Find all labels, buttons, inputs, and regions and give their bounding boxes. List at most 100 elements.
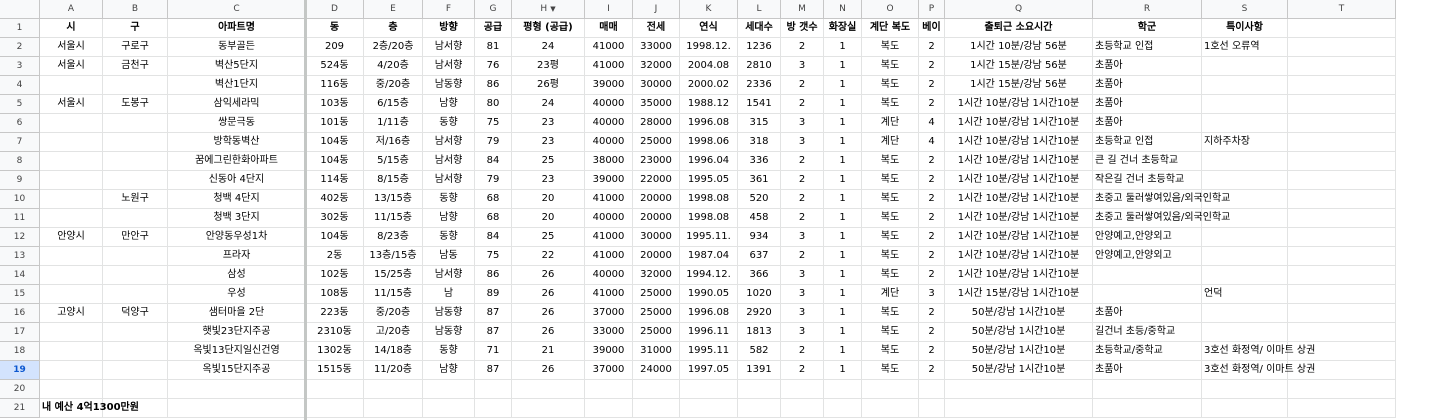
table-cell[interactable]: 40000 (585, 114, 633, 133)
table-cell[interactable]: 68 (475, 209, 512, 228)
table-cell[interactable]: 4 (919, 114, 945, 133)
table-cell[interactable]: 옥빛13단지일신건영 (168, 342, 306, 361)
table-cell[interactable]: 남서향 (423, 133, 475, 152)
table-cell[interactable]: 초등학교 인접 (1093, 133, 1202, 152)
table-cell[interactable]: 3 (781, 228, 824, 247)
table-cell[interactable]: 336 (738, 152, 781, 171)
table-cell[interactable]: 언덕 (1202, 285, 1288, 304)
table-cell[interactable]: 안양예고,안양외고 (1093, 228, 1202, 247)
table-cell[interactable]: 81 (475, 38, 512, 57)
table-cell[interactable] (103, 76, 168, 95)
table-cell[interactable] (1288, 285, 1396, 304)
table-cell[interactable]: 초중고 둘러쌓여있음/외국인학교 (1093, 209, 1230, 228)
table-cell[interactable] (1202, 228, 1288, 247)
table-cell[interactable]: 14/18층 (364, 342, 423, 361)
table-cell[interactable]: 1997.05 (680, 361, 738, 380)
table-cell[interactable]: 3 (781, 304, 824, 323)
table-cell[interactable]: 1 (824, 209, 862, 228)
table-cell[interactable]: 1시간 10분/강남 1시간10분 (945, 266, 1093, 285)
table-cell[interactable]: 30000 (633, 76, 680, 95)
table-cell[interactable] (1288, 114, 1396, 133)
table-cell[interactable]: 복도 (862, 171, 919, 190)
table-cell[interactable] (1202, 209, 1288, 228)
column-header-p[interactable]: P (919, 0, 945, 19)
row-number-20[interactable]: 20 (0, 380, 40, 399)
table-cell[interactable] (168, 399, 306, 418)
table-cell[interactable]: 1 (824, 114, 862, 133)
table-cell[interactable]: 1996.11 (680, 323, 738, 342)
spreadsheet-grid[interactable]: A B C D E F G H ▼ I J K L M N O P Q R S T 1 시 구 아파트명 동 층 방향 공급 평형 (공급… (0, 0, 1432, 420)
table-cell[interactable]: 2336 (738, 76, 781, 95)
table-cell[interactable] (1288, 323, 1396, 342)
table-cell[interactable] (1202, 114, 1288, 133)
table-cell[interactable]: 108동 (306, 285, 364, 304)
table-cell[interactable] (738, 399, 781, 418)
table-cell[interactable] (1202, 304, 1288, 323)
table-cell[interactable]: 87 (475, 323, 512, 342)
table-cell[interactable]: 복도 (862, 57, 919, 76)
table-cell[interactable]: 남서향 (423, 266, 475, 285)
table-cell[interactable]: 복도 (862, 152, 919, 171)
table-cell[interactable]: 1시간 10분/강남 1시간10분 (945, 114, 1093, 133)
table-cell[interactable]: 2 (919, 323, 945, 342)
table-cell[interactable]: 1시간 15분/강남 56분 (945, 57, 1093, 76)
table-cell[interactable]: 4 (919, 133, 945, 152)
table-cell[interactable]: 39000 (585, 76, 633, 95)
table-cell[interactable] (585, 380, 633, 399)
table-cell[interactable]: 2 (919, 266, 945, 285)
table-cell[interactable]: 1/11층 (364, 114, 423, 133)
table-cell[interactable]: 3 (919, 285, 945, 304)
table-cell[interactable] (1093, 380, 1202, 399)
table-cell[interactable]: 쌍문극동 (168, 114, 306, 133)
column-header-r[interactable]: R (1093, 0, 1202, 19)
table-cell[interactable] (103, 266, 168, 285)
table-cell[interactable]: 초중고 둘러쌓여있음/외국인학교 (1093, 190, 1230, 209)
column-header-l[interactable]: L (738, 0, 781, 19)
table-cell[interactable]: 삼익세라믹 (168, 95, 306, 114)
table-cell[interactable]: 8/15층 (364, 171, 423, 190)
table-cell[interactable] (103, 399, 168, 418)
table-cell[interactable]: 39000 (585, 171, 633, 190)
table-cell[interactable]: 3 (781, 285, 824, 304)
table-cell[interactable]: 1 (824, 171, 862, 190)
table-cell[interactable]: 2 (919, 342, 945, 361)
table-cell[interactable]: 1541 (738, 95, 781, 114)
table-cell[interactable]: 초품아 (1093, 304, 1202, 323)
table-cell[interactable]: 6/15층 (364, 95, 423, 114)
row-number-7[interactable]: 7 (0, 133, 40, 152)
table-cell[interactable]: 1 (824, 285, 862, 304)
table-cell[interactable]: 1020 (738, 285, 781, 304)
row-number-15[interactable]: 15 (0, 285, 40, 304)
column-header-e[interactable]: E (364, 0, 423, 19)
table-cell[interactable]: 41000 (585, 247, 633, 266)
table-cell[interactable]: 3 (781, 114, 824, 133)
table-cell[interactable]: 3호선 화정역/ 이마트 상권 (1202, 342, 1315, 361)
row-number-8[interactable]: 8 (0, 152, 40, 171)
table-cell[interactable]: 2 (919, 57, 945, 76)
table-cell[interactable]: 남서향 (423, 57, 475, 76)
table-cell[interactable]: 샘터마을 2단 (168, 304, 306, 323)
table-cell[interactable] (40, 133, 103, 152)
row-number-19[interactable]: 19 (0, 361, 40, 380)
table-cell[interactable]: 4/20층 (364, 57, 423, 76)
table-cell[interactable]: 24 (512, 95, 585, 114)
header-cell[interactable]: 특이사항 (1202, 19, 1288, 38)
table-cell[interactable] (168, 380, 306, 399)
table-cell[interactable] (1202, 266, 1288, 285)
table-cell[interactable]: 동향 (423, 228, 475, 247)
table-cell[interactable]: 2310동 (306, 323, 364, 342)
table-cell[interactable]: 복도 (862, 190, 919, 209)
table-cell[interactable]: 1994.12. (680, 266, 738, 285)
table-cell[interactable]: 남서향 (423, 171, 475, 190)
table-cell[interactable]: 1996.04 (680, 152, 738, 171)
table-cell[interactable]: 23 (512, 133, 585, 152)
table-cell[interactable]: 24 (512, 38, 585, 57)
frozen-columns-divider[interactable] (304, 0, 307, 420)
table-cell[interactable]: 28000 (633, 114, 680, 133)
header-cell[interactable]: 전세 (633, 19, 680, 38)
table-cell[interactable]: 벽산1단지 (168, 76, 306, 95)
table-cell[interactable]: 2 (919, 190, 945, 209)
table-cell[interactable]: 80 (475, 95, 512, 114)
table-cell[interactable]: 102동 (306, 266, 364, 285)
table-cell[interactable]: 초품아 (1093, 114, 1202, 133)
